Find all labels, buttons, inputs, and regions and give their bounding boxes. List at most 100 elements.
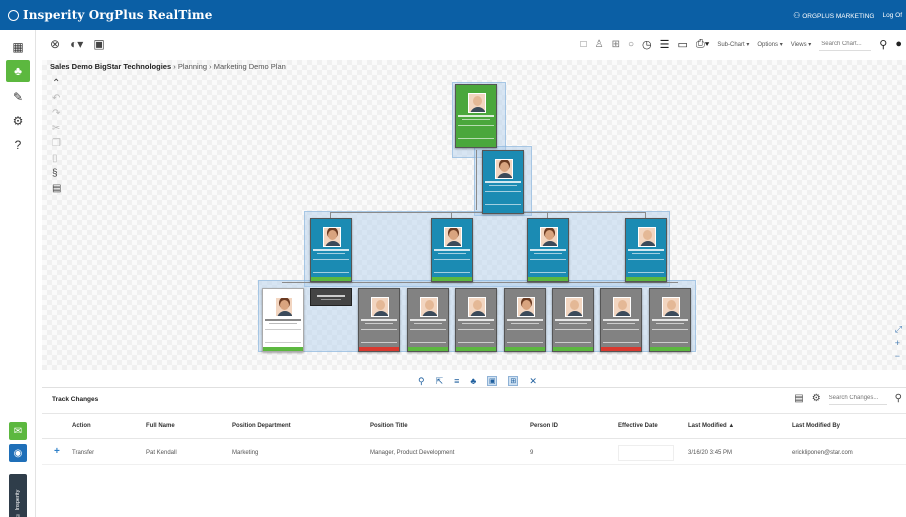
gear-icon[interactable]: ⚙ (812, 393, 821, 404)
app-logo: Insperity OrgPlus RealTime (8, 8, 212, 22)
column-header[interactable]: Last Modified ▲ (688, 423, 734, 429)
org-node-vp-marketing[interactable] (482, 150, 524, 214)
close-icon[interactable]: ✕ (529, 376, 537, 387)
insperity-tab[interactable]: © Insperity (9, 474, 27, 517)
people-icon[interactable]: ♙ (595, 39, 604, 50)
circle-icon[interactable]: ○ (628, 39, 634, 50)
user-menu[interactable]: ⚇ ORGPLUS MARKETING (793, 11, 874, 20)
globe-icon[interactable]: ◉ (9, 444, 27, 462)
document-icon[interactable]: ▤ (52, 183, 61, 194)
avatar (468, 297, 486, 317)
org-node-manager[interactable] (431, 218, 473, 282)
select-box-icon[interactable]: □ (581, 39, 587, 50)
zoom-in-icon[interactable]: + (895, 338, 902, 348)
image-icon[interactable]: ▣ (93, 37, 104, 51)
view-dropdown-icon[interactable]: ◐▾ (70, 37, 83, 51)
org-node-employee[interactable] (552, 288, 594, 352)
cell-department: Marketing (232, 450, 259, 456)
avatar (517, 297, 535, 317)
logout-link[interactable]: Log Of (882, 12, 902, 19)
column-header[interactable]: Last Modified By (792, 423, 840, 429)
connector-line (282, 282, 678, 283)
group-highlight (304, 211, 670, 287)
column-header[interactable]: Full Name (146, 423, 175, 429)
undo-icon[interactable]: ↶ (52, 93, 61, 104)
table-row[interactable]: + Transfer Pat Kendall Marketing Manager… (42, 441, 906, 465)
cut-icon[interactable]: ✂ (52, 123, 61, 134)
org-node-employee[interactable] (600, 288, 642, 352)
org-node-selected[interactable] (262, 288, 304, 352)
cell-modified-by: erickliponen@star.com (792, 450, 853, 456)
pointer-icon[interactable]: ⇱ (436, 376, 444, 387)
list-icon[interactable]: ☰ (660, 38, 670, 51)
table-header: Action Full Name Position Department Pos… (42, 413, 906, 439)
cell-full-name: Pat Kendall (146, 450, 177, 456)
org-node-employee[interactable] (358, 288, 400, 352)
help-icon[interactable]: ? (6, 134, 30, 156)
subchart-menu[interactable]: Sub-Chart ▾ (717, 41, 749, 48)
print-icon[interactable]: ⎙▾ (696, 38, 709, 51)
list-view-icon[interactable]: ≡ (454, 376, 459, 387)
cell-last-modified: 3/16/20 3:45 PM (688, 450, 733, 456)
changes-search-input[interactable] (828, 392, 887, 405)
expand-row-icon[interactable]: + (54, 446, 60, 457)
search-icon[interactable]: ⚲ (879, 38, 887, 51)
chart-canvas[interactable]: Sales Demo BigStar Technologies › Planni… (42, 60, 906, 386)
window-icon[interactable]: ▭ (677, 38, 687, 51)
org-node-employee[interactable] (455, 288, 497, 352)
chart-tools: ⚲ ⇱ ≡ ♣ ▣ ⊞ ✕ (418, 376, 537, 387)
column-header[interactable]: Position Title (370, 423, 408, 429)
org-node-employee[interactable] (407, 288, 449, 352)
cell-action: Transfer (72, 450, 95, 456)
close-circle-icon[interactable]: ⊗ (50, 37, 60, 51)
zoom-tools: ⤢ + − (895, 324, 902, 361)
avatar (323, 227, 341, 247)
account-icon[interactable]: ● (895, 38, 902, 50)
track-changes-panel: Track Changes ▤ ⚙ ⚲ Action Full Name Pos… (42, 387, 906, 517)
zoom-search-icon[interactable]: ⚲ (418, 376, 425, 387)
column-header[interactable]: Position Department (232, 423, 291, 429)
views-menu[interactable]: Views ▾ (791, 41, 812, 48)
org-node-employee[interactable] (649, 288, 691, 352)
settings-icon[interactable]: ⚙ (6, 110, 30, 132)
org-node-ceo[interactable] (455, 84, 497, 148)
zoom-out-icon[interactable]: − (895, 351, 902, 361)
column-header[interactable]: Action (72, 423, 91, 429)
breadcrumb-plan: Marketing Demo Plan (213, 62, 286, 71)
column-header[interactable]: Effective Date (618, 423, 658, 429)
clock-icon[interactable]: ◷ (642, 38, 652, 51)
org-node-manager[interactable] (625, 218, 667, 282)
org-chart-icon[interactable]: ♣ (6, 60, 30, 82)
link-icon[interactable]: § (52, 168, 61, 179)
avatar (420, 297, 438, 317)
fit-icon[interactable]: ▣ (487, 376, 498, 386)
chart-search-input[interactable] (819, 37, 872, 51)
feedback-icon[interactable]: ✉ (9, 422, 27, 440)
org-node-employee[interactable] (504, 288, 546, 352)
copy-icon[interactable]: ❐ (52, 138, 61, 149)
tree-icon[interactable]: ♣ (470, 376, 476, 387)
search-icon[interactable]: ⚲ (895, 393, 902, 404)
grid-icon[interactable]: ▦ (6, 36, 30, 58)
app-header: Insperity OrgPlus RealTime ⚇ ORGPLUS MARK… (0, 0, 906, 30)
hierarchy-icon[interactable]: ⊞ (612, 39, 620, 50)
avatar (444, 227, 462, 247)
avatar (275, 297, 293, 317)
org-node-manager[interactable] (310, 218, 352, 282)
breadcrumb-company[interactable]: Sales Demo BigStar Technologies (50, 62, 171, 71)
breadcrumb-planning[interactable]: Planning (178, 62, 207, 71)
redo-icon[interactable]: ↷ (52, 108, 61, 119)
cell-title: Manager, Product Development (370, 450, 455, 456)
effective-date-input[interactable] (618, 445, 674, 461)
org-node-vacant[interactable] (310, 288, 352, 306)
org-node-manager[interactable] (527, 218, 569, 282)
column-header[interactable]: Person ID (530, 423, 558, 429)
paste-icon[interactable]: ▯ (52, 153, 61, 164)
expand-icon[interactable]: ⊞ (508, 376, 519, 386)
collapse-icon[interactable]: ⌃ (52, 78, 61, 89)
export-icon[interactable]: ▤ (794, 393, 803, 404)
edit-icon[interactable]: ✎ (6, 86, 30, 108)
fullscreen-icon[interactable]: ⤢ (895, 324, 902, 335)
options-menu[interactable]: Options ▾ (757, 41, 782, 48)
avatar (638, 227, 656, 247)
